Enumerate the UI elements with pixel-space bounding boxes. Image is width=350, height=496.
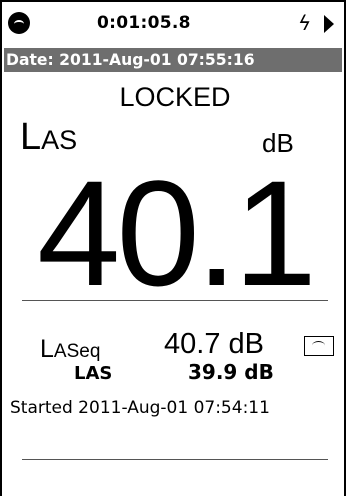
leq-label-sub: ASeq — [53, 341, 101, 362]
divider-top — [22, 300, 328, 301]
leq-label-main: L — [40, 335, 54, 363]
play-arrow-icon — [324, 15, 334, 33]
status-bar: 0:01:05.8 ϟ — [2, 2, 348, 46]
leq-value: 40.7 dB — [164, 328, 264, 360]
leq-label: LASeq — [40, 335, 100, 364]
divider-bottom — [22, 459, 328, 460]
las-value: 39.9 dB — [188, 360, 274, 384]
lock-state: LOCKED — [119, 82, 231, 112]
las-label: LAS — [74, 363, 113, 384]
meter-icon — [304, 336, 334, 356]
started-timestamp: Started 2011-Aug-01 07:54:11 — [10, 398, 270, 418]
main-level-value: 40.1 — [37, 149, 317, 317]
status-circle-icon — [8, 12, 30, 34]
elapsed-timer: 0:01:05.8 — [97, 13, 191, 33]
meter-screen: 0:01:05.8 ϟ Date: 2011-Aug-01 07:55:16 L… — [0, 0, 346, 496]
date-bar: Date: 2011-Aug-01 07:55:16 — [4, 48, 342, 72]
power-bolt-icon: ϟ — [298, 11, 312, 35]
